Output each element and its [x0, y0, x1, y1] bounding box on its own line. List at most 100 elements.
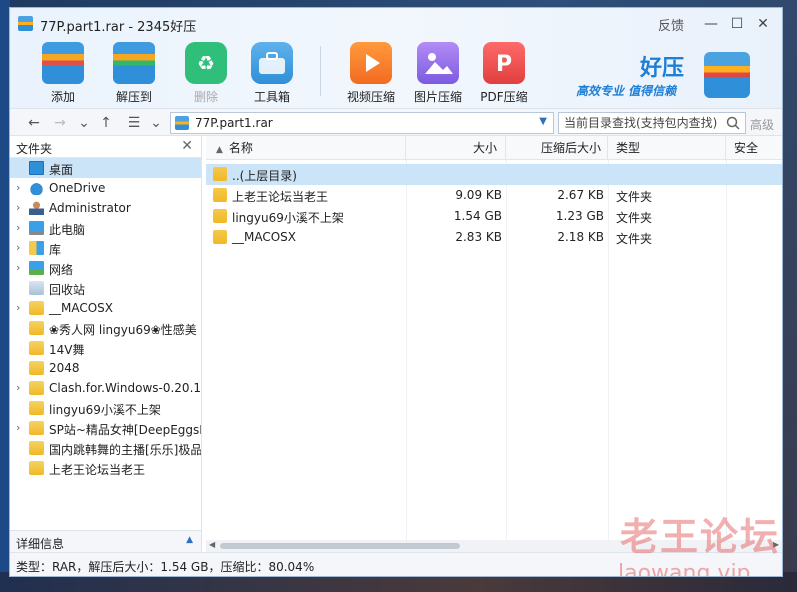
tree-item[interactable]: › OneDrive: [10, 178, 201, 198]
delete-button[interactable]: ♻ 删除: [176, 42, 236, 105]
compressed-size: 1.23 GB: [555, 209, 604, 223]
folder-icon: [213, 167, 227, 181]
up-arrow-icon[interactable]: ↑: [96, 113, 116, 133]
folder-icon: [29, 381, 44, 395]
tree-item-label: 库: [49, 243, 62, 257]
table-row[interactable]: lingyu69小溪不上架 1.54 GB 1.23 GB 文件夹: [206, 206, 782, 227]
folder-icon: [29, 341, 44, 355]
file-name: ..(上层目录): [232, 169, 297, 183]
watermark-url: laowang.vip: [618, 561, 751, 577]
tree-item[interactable]: 2048: [10, 358, 201, 378]
tree-item-label: 回收站: [49, 283, 86, 297]
search-field[interactable]: [558, 112, 746, 134]
rar-file-icon: [175, 116, 189, 130]
table-row[interactable]: 上老王论坛当老王 9.09 KB 2.67 KB 文件夹: [206, 185, 782, 206]
path-field[interactable]: 77P.part1.rar ▼: [170, 112, 554, 134]
table-row[interactable]: __MACOSX 2.83 KB 2.18 KB 文件夹: [206, 227, 782, 248]
watermark-title: 老王论坛: [620, 515, 781, 559]
tree-item[interactable]: › 库: [10, 238, 201, 258]
view-dropdown-icon[interactable]: ⌄: [146, 113, 166, 133]
toolbox-button[interactable]: 工具箱: [242, 42, 302, 105]
toolbox-icon: [251, 42, 293, 84]
tree-item[interactable]: › 此电脑: [10, 218, 201, 238]
tree-item[interactable]: › Administrator: [10, 198, 201, 218]
file-name: lingyu69小溪不上架: [232, 211, 344, 225]
column-header-size[interactable]: 大小: [406, 136, 506, 160]
extract-button[interactable]: 解压到: [104, 42, 164, 105]
expand-chevron-icon[interactable]: ›: [16, 261, 20, 274]
folder-icon: [29, 441, 44, 455]
tree-item[interactable]: › 网络: [10, 258, 201, 278]
recycle-icon: ♻: [185, 42, 227, 84]
details-toggle[interactable]: 详细信息 ▲: [10, 530, 202, 552]
pdf-compress-button[interactable]: P PDF压缩: [474, 42, 534, 105]
image-icon: [417, 42, 459, 84]
search-icon[interactable]: [725, 115, 741, 131]
tree-item-label: OneDrive: [49, 181, 106, 195]
tree-item[interactable]: › Clash.for.Windows-0.20.16: [10, 378, 201, 398]
folder-icon: [29, 321, 44, 335]
toolbar-separator: [320, 46, 321, 96]
scroll-left-icon[interactable]: ◀: [209, 540, 215, 549]
tree-item[interactable]: 上老王论坛当老王: [10, 458, 201, 478]
expand-chevron-icon[interactable]: ›: [16, 181, 20, 194]
tree-item-label: 桌面: [49, 163, 74, 177]
close-button[interactable]: ✕: [750, 14, 776, 34]
minimize-button[interactable]: —: [698, 14, 724, 34]
svg-text:P: P: [496, 52, 512, 77]
column-header-security[interactable]: 安全: [726, 136, 782, 160]
expand-chevron-icon[interactable]: ›: [16, 301, 20, 314]
tree-item[interactable]: 国内跳韩舞的主播[乐乐]极品: [10, 438, 201, 458]
expand-chevron-icon[interactable]: ›: [16, 201, 20, 214]
tree-item-label: Administrator: [49, 201, 131, 215]
tree-item-label: ❀秀人网 lingyu69❀性感美: [49, 323, 197, 337]
brand-slogan: 高效专业 值得信赖: [576, 84, 677, 98]
close-panel-icon[interactable]: ✕: [181, 138, 193, 154]
tree-item[interactable]: › SP站~精品女神[DeepEggsH: [10, 418, 201, 438]
compressed-size: 2.18 KB: [557, 230, 604, 244]
brand-area: 好压 高效专业 值得信赖: [576, 50, 756, 102]
tree-item[interactable]: 桌面: [10, 158, 201, 178]
forward-arrow-icon[interactable]: →: [50, 113, 70, 133]
tree-item[interactable]: 回收站: [10, 278, 201, 298]
back-arrow-icon[interactable]: ←: [24, 113, 44, 133]
expand-chevron-icon[interactable]: ›: [16, 381, 20, 394]
add-button[interactable]: 添加: [33, 42, 93, 105]
folder-icon: [213, 188, 227, 202]
pdf-icon: P: [483, 42, 525, 84]
expand-up-icon[interactable]: ▲: [186, 535, 193, 545]
advanced-search-link[interactable]: 高级: [750, 116, 774, 133]
path-dropdown-icon[interactable]: ▼: [539, 116, 547, 127]
file-type: 文件夹: [616, 211, 653, 225]
tree-item[interactable]: › __MACOSX: [10, 298, 201, 318]
scrollbar-thumb[interactable]: [220, 543, 460, 549]
video-compress-button[interactable]: 视频压缩: [341, 42, 401, 105]
history-dropdown-icon[interactable]: ⌄: [74, 113, 94, 133]
title-bar[interactable]: 77P.part1.rar - 2345好压 反馈 — ☐ ✕: [10, 8, 782, 38]
search-input[interactable]: [559, 113, 719, 133]
folder-icon: [29, 421, 44, 435]
file-type: 文件夹: [616, 190, 653, 204]
svg-text:♻: ♻: [197, 51, 215, 75]
feedback-link[interactable]: 反馈: [658, 15, 684, 34]
tree-item[interactable]: 14V舞: [10, 338, 201, 358]
expand-chevron-icon[interactable]: ›: [16, 241, 20, 254]
table-row[interactable]: ..(上层目录): [206, 164, 782, 185]
extract-archive-icon: [113, 42, 155, 84]
column-header-name[interactable]: ▲ 名称: [206, 136, 406, 160]
network-icon: [29, 261, 44, 275]
maximize-button[interactable]: ☐: [724, 14, 750, 34]
expand-chevron-icon[interactable]: ›: [16, 421, 20, 434]
tree-item-label: 上老王论坛当老王: [49, 463, 146, 477]
cloud-icon: [29, 181, 44, 195]
folder-icon: [29, 401, 44, 415]
column-header-compressed[interactable]: 压缩后大小: [506, 136, 608, 160]
image-compress-button[interactable]: 图片压缩: [408, 42, 468, 105]
expand-chevron-icon[interactable]: ›: [16, 221, 20, 234]
column-header-type[interactable]: 类型: [608, 136, 726, 160]
desktop-icon: [29, 161, 44, 175]
tree-item[interactable]: lingyu69小溪不上架: [10, 398, 201, 418]
app-window: 77P.part1.rar - 2345好压 反馈 — ☐ ✕ 添加 解压到 ♻…: [9, 7, 783, 577]
tree-item[interactable]: ❀秀人网 lingyu69❀性感美: [10, 318, 201, 338]
view-mode-icon[interactable]: ☰: [124, 113, 144, 133]
